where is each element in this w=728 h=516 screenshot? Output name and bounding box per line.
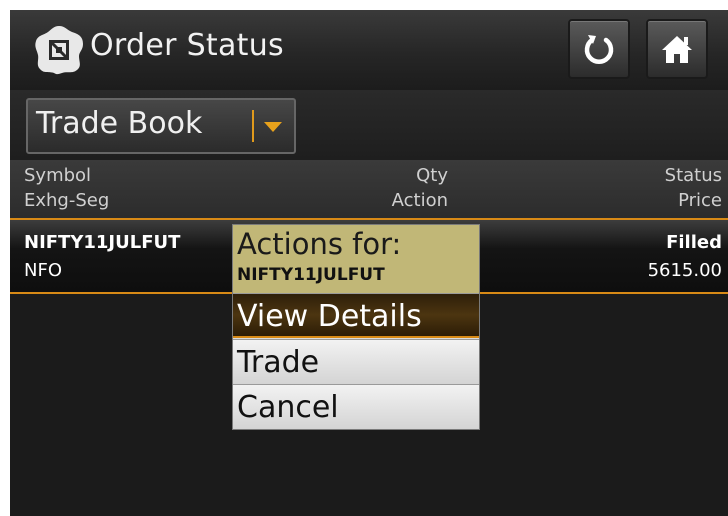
app-screen: Order Status Trade Book Symbol Exhg-Seg … [10, 10, 728, 516]
dropdown-separator [252, 110, 254, 142]
app-header: Order Status [10, 10, 728, 90]
book-selector-row: Trade Book [10, 90, 728, 160]
refresh-icon [584, 35, 614, 64]
refresh-button[interactable] [568, 19, 630, 79]
context-menu-header: Actions for: NIFTY11JULFUT [233, 225, 479, 293]
row-symbol: NIFTY11JULFUT [24, 232, 181, 253]
table-column-header: Symbol Exhg-Seg Qty Action Status Price [10, 160, 728, 220]
menu-item-trade[interactable]: Trade [233, 339, 479, 384]
home-button[interactable] [646, 19, 708, 79]
row-price: 5615.00 [647, 260, 722, 281]
actions-context-menu: Actions for: NIFTY11JULFUT View Details … [232, 224, 480, 430]
col-exchange-segment-label: Exhg-Seg [24, 190, 110, 211]
context-menu-title: Actions for: [237, 227, 402, 261]
book-type-dropdown[interactable]: Trade Book [26, 98, 296, 154]
context-menu-symbol: NIFTY11JULFUT [237, 265, 385, 285]
col-symbol-label: Symbol [24, 165, 92, 186]
menu-item-view-details[interactable]: View Details [233, 293, 479, 338]
app-logo-icon [32, 23, 86, 77]
page-title: Order Status [90, 28, 284, 63]
col-price-label: Price [678, 190, 722, 211]
row-segment: NFO [24, 260, 62, 281]
col-status-label: Status [664, 165, 722, 186]
col-action-label: Action [391, 190, 448, 211]
menu-item-cancel[interactable]: Cancel [233, 384, 479, 429]
col-qty-label: Qty [416, 165, 448, 186]
row-status: Filled [666, 232, 722, 253]
chevron-down-icon [264, 122, 282, 132]
dropdown-selected-value: Trade Book [36, 106, 203, 141]
home-icon [662, 36, 692, 63]
